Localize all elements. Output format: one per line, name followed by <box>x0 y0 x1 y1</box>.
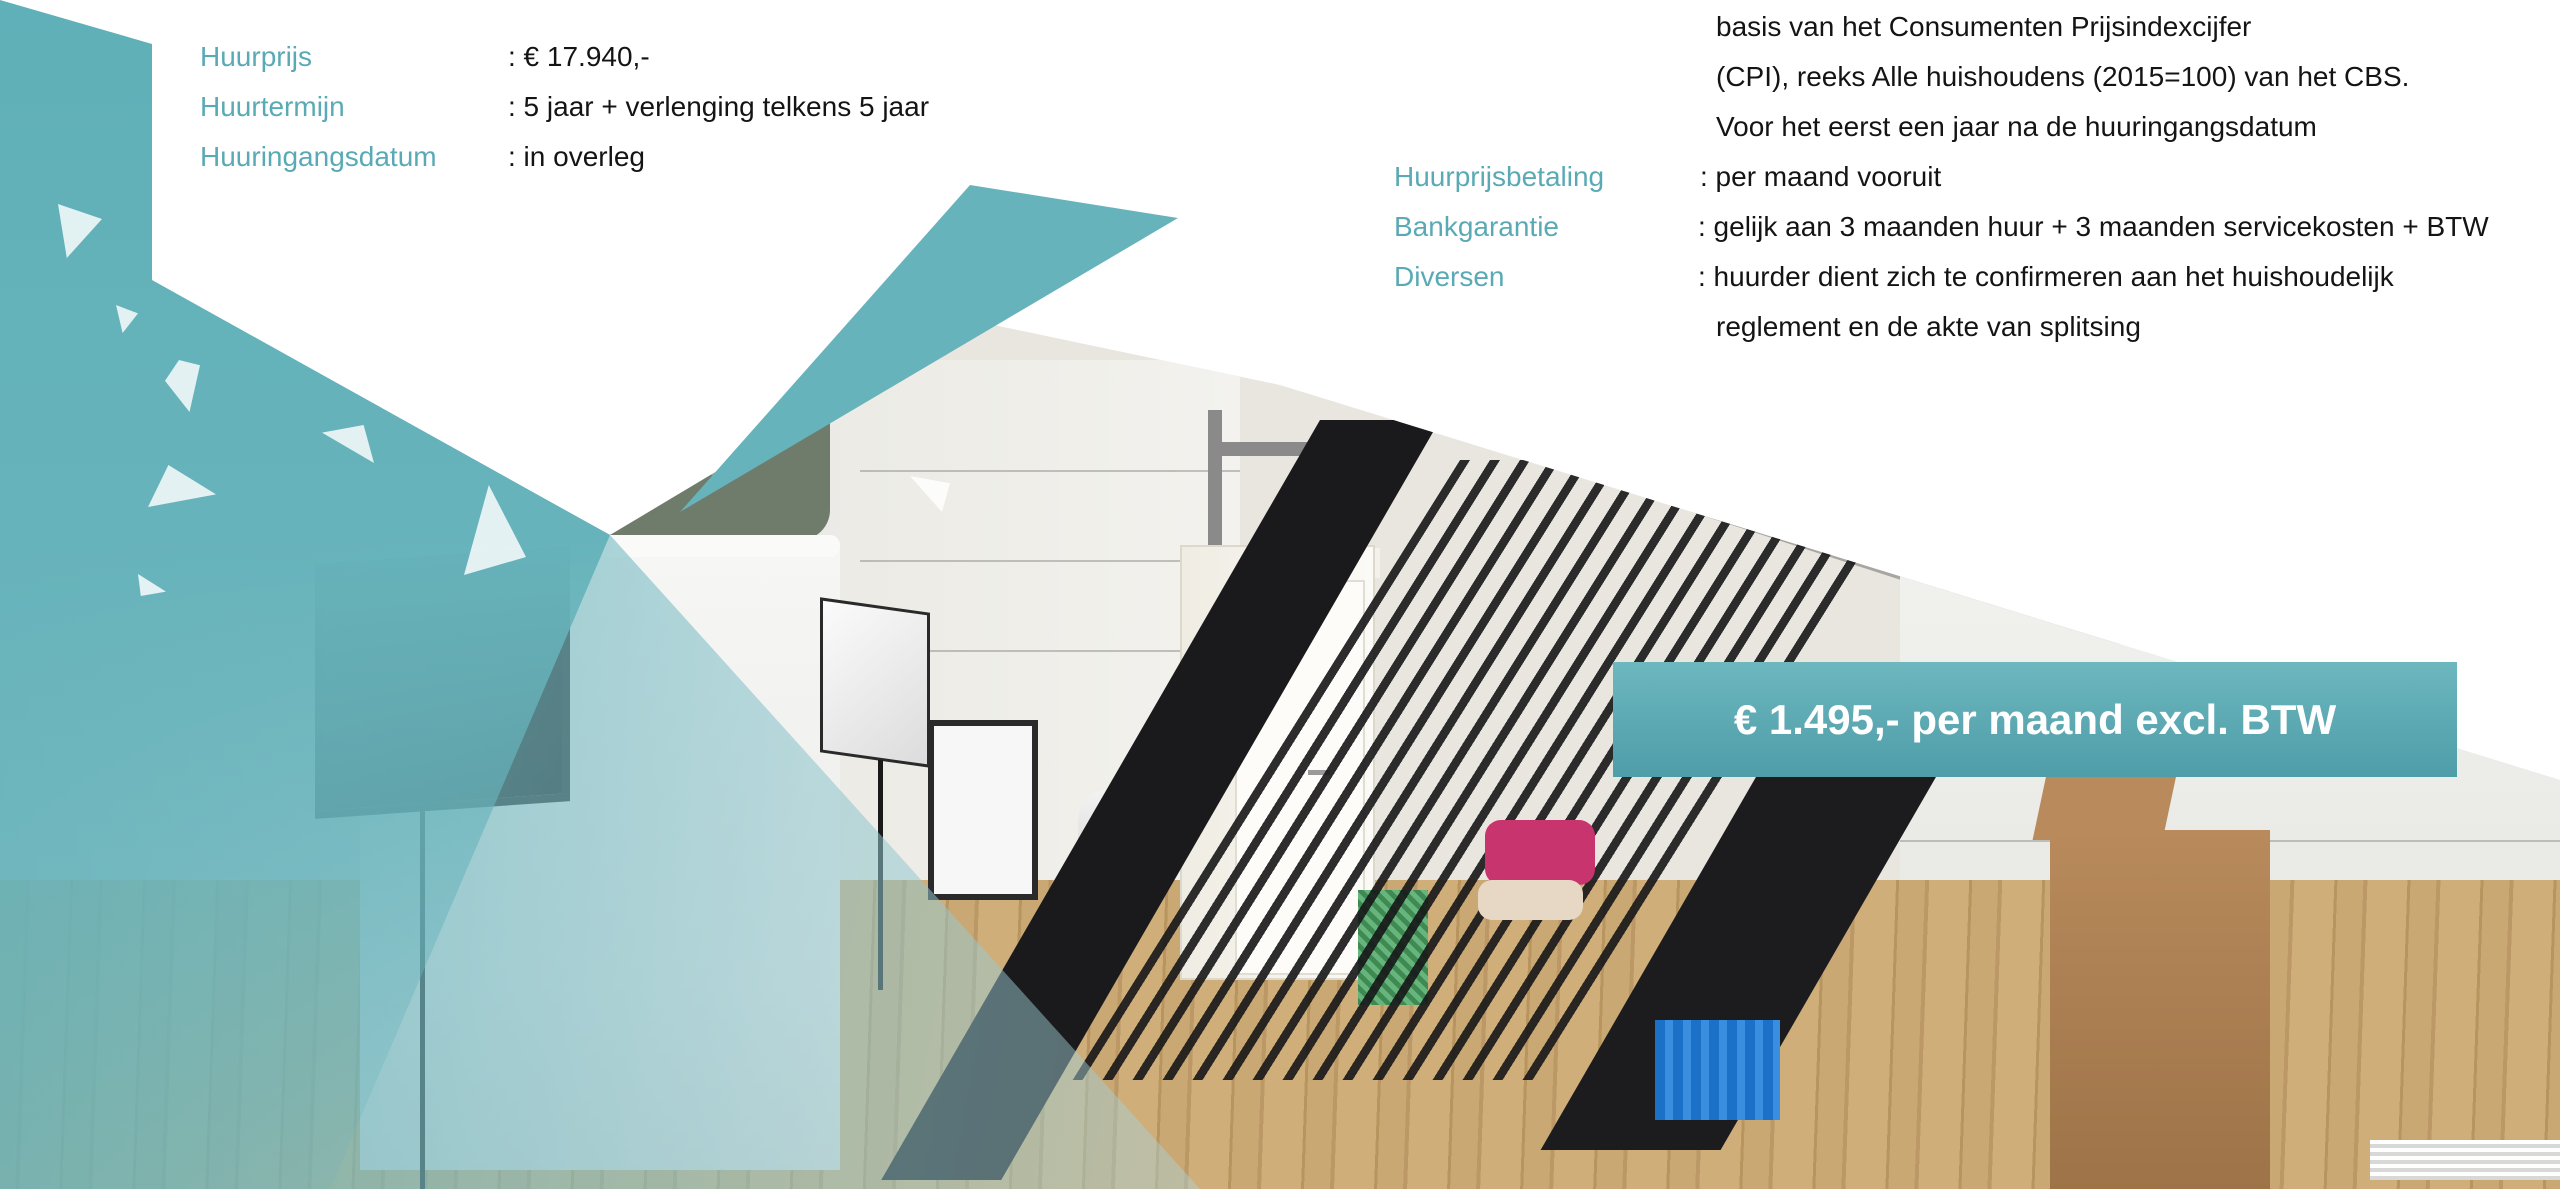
misc-value: : huurder dient zich te confirmeren aan … <box>1698 261 2394 292</box>
start-date-value: : in overleg <box>508 141 645 172</box>
price-banner-text: € 1.495,- per maand excl. BTW <box>1733 695 2337 743</box>
payment-value: : per maand vooruit <box>1700 161 1942 192</box>
start-date-label: Huuringangsdatum <box>200 141 437 172</box>
vent-pipe <box>1208 410 1222 560</box>
price-banner: € 1.495,- per maand excl. BTW <box>1613 662 2457 777</box>
wall-panel-line <box>860 470 1240 472</box>
umbrella-light <box>820 597 930 768</box>
rent-price-label: Huurprijs <box>200 41 313 72</box>
bank-guarantee-label: Bankgarantie <box>1394 211 1560 242</box>
rent-term-value: : 5 jaar + verlenging telkens 5 jaar <box>508 91 930 122</box>
payment-label: Huurprijsbetaling <box>1394 161 1605 192</box>
blue-crate <box>1655 1020 1780 1120</box>
bank-guarantee-value: : gelijk aan 3 maanden huur + 3 maanden … <box>1698 211 2489 242</box>
indexation-line: basis van het Consumenten Prijsindexcijf… <box>1716 11 2252 42</box>
rent-term-label: Huurtermijn <box>200 91 345 122</box>
misc-label: Diversen <box>1394 261 1505 292</box>
misc-value-continuation: reglement en de akte van splitsing <box>1716 311 2141 342</box>
pink-cushion <box>1485 820 1595 885</box>
chair-cushion <box>1478 880 1583 920</box>
indexation-line: Voor het eerst een jaar na de huuringang… <box>1716 111 2317 142</box>
white-board <box>928 720 1038 900</box>
wall-vent <box>2370 1140 2560 1180</box>
indexation-line: (CPI), reeks Alle huishoudens (2015=100)… <box>1716 61 2410 92</box>
cardboard-box <box>2050 830 2270 1189</box>
rent-price-value: : € 17.940,- <box>508 41 650 72</box>
